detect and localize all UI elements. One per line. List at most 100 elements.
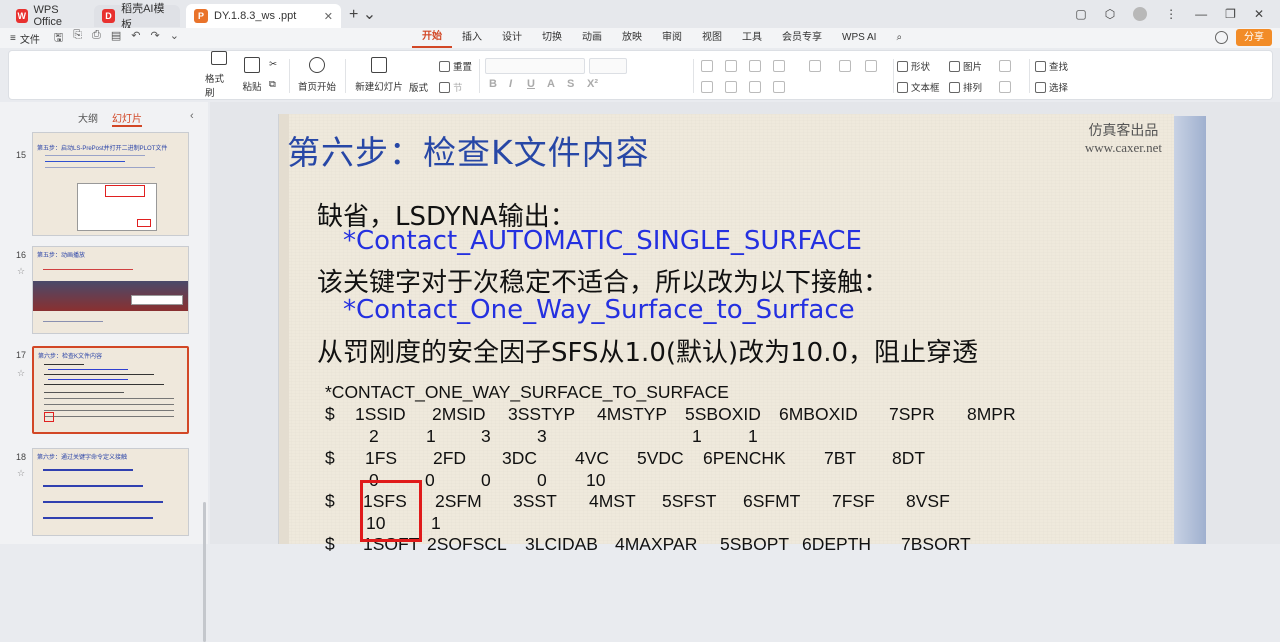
close-tab-icon[interactable]: ✕ [324, 10, 333, 23]
thumbnail-keyword-line [44, 416, 174, 417]
panel-tabs: 大纲 幻灯片 [78, 110, 142, 127]
restore-icon[interactable]: ❐ [1225, 7, 1236, 21]
tab-wps-office[interactable]: W WPS Office [6, 4, 88, 28]
numbered-list-icon[interactable] [725, 60, 737, 72]
text-direction-icon[interactable] [809, 60, 821, 72]
tab-label: DY.1.8.3_ws .ppt [214, 10, 297, 22]
print-preview-icon[interactable]: ▤ [111, 29, 121, 48]
slide-thumbnail-15[interactable]: 第五步：启动LS-PrePost并打开二进制PLOT文件 [32, 132, 189, 236]
font-color-button[interactable]: A [547, 78, 555, 90]
slide-thumbnail-18[interactable]: 第六步：通过关键字命令定义接触 [32, 448, 189, 536]
close-icon[interactable]: ✕ [1254, 7, 1264, 21]
tab-view[interactable]: 视图 [692, 28, 732, 48]
print-icon[interactable]: ⎙ [92, 29, 101, 48]
file-menu[interactable]: ≡ 文件 [10, 31, 40, 46]
slide-title: 第六步：检查K文件内容 [287, 133, 650, 172]
tab-member[interactable]: 会员专享 [772, 28, 832, 48]
tab-design[interactable]: 设计 [492, 28, 532, 48]
paste-button[interactable]: 粘贴 [239, 51, 265, 99]
customize-icon[interactable]: ⌄ [170, 29, 179, 48]
collapse-panel-icon[interactable]: ‹ [190, 110, 194, 122]
align-center-icon[interactable] [725, 81, 737, 93]
tab-tools[interactable]: 工具 [732, 28, 772, 48]
kw-cell: 10 [586, 470, 606, 490]
format-painter-button[interactable]: 格式刷 [205, 51, 233, 99]
star-icon[interactable]: ☆ [17, 468, 25, 479]
panel-scrollbar[interactable] [203, 502, 206, 642]
layout-button[interactable]: 版式 [409, 80, 428, 94]
fill-icon[interactable] [999, 60, 1011, 72]
star-icon[interactable]: ☆ [17, 368, 25, 379]
reset-button[interactable]: 重置 [439, 59, 472, 73]
find-icon [1035, 60, 1046, 72]
slide-number: 16 [16, 250, 27, 260]
justify-icon[interactable] [773, 81, 785, 93]
align-right-icon[interactable] [749, 81, 761, 93]
minimize-icon[interactable]: — [1195, 7, 1207, 21]
select-button[interactable]: 选择 [1035, 80, 1068, 94]
indent-icon[interactable] [749, 60, 761, 72]
export-icon[interactable]: ⎘ [73, 29, 82, 48]
new-slide-button[interactable]: 新建幻灯片 [353, 51, 405, 99]
arrange-button[interactable]: 排列 [949, 80, 982, 94]
textbox-button[interactable]: 文本框 [897, 80, 940, 94]
tab-wps-ai[interactable]: WPS AI [832, 28, 886, 48]
share-button[interactable]: 分享 [1236, 29, 1272, 46]
outline-icon[interactable] [999, 81, 1011, 93]
menu-row: ≡ 文件 🖫 ⎘ ⎙ ▤ ↶ ↷ ⌄ 开始 插入 设计 切换 动画 放映 审阅 … [0, 28, 1280, 48]
find-button[interactable]: 查找 [1035, 59, 1068, 73]
tab-document[interactable]: P DY.1.8.3_ws .ppt ✕ [186, 4, 341, 28]
play-icon [309, 57, 325, 73]
cut-icon[interactable]: ✂ [269, 59, 277, 70]
cube-icon[interactable]: ⬡ [1105, 7, 1115, 21]
clipboard-icon [244, 57, 260, 73]
kw-cell: 2SOFSCL [427, 534, 507, 554]
underline-button[interactable]: U [527, 78, 535, 90]
align-left-icon[interactable] [701, 81, 713, 93]
more-icon[interactable]: ⋮ [1165, 7, 1177, 21]
slide-thumbnail-16[interactable]: 第五步：动画播放 [32, 246, 189, 334]
redo-icon[interactable]: ↷ [150, 29, 159, 48]
copy-icon[interactable]: ⧉ [269, 79, 276, 90]
slide-thumbnail-17[interactable]: 第六步：检查K文件内容 [32, 346, 189, 434]
tab-slideshow[interactable]: 放映 [612, 28, 652, 48]
shapes-button[interactable]: 形状 [897, 59, 930, 73]
section-button[interactable]: 节 [439, 80, 463, 94]
thumbnail-caption-line [43, 321, 103, 322]
columns-icon[interactable] [839, 60, 851, 72]
tab-home[interactable]: 开始 [412, 28, 452, 48]
kw-cell: 5VDC [637, 448, 684, 468]
superscript-button[interactable]: X² [587, 78, 598, 90]
tab-review[interactable]: 审阅 [652, 28, 692, 48]
slide-17[interactable]: 第六步：检查K文件内容 仿真客出品 www.caxer.net 缺省，LSDYN… [278, 114, 1174, 554]
tab-insert[interactable]: 插入 [452, 28, 492, 48]
tab-transitions[interactable]: 切换 [532, 28, 572, 48]
new-tab-button[interactable]: + ⌄ [349, 4, 376, 24]
thumbnail-title: 第六步：通过关键字命令定义接触 [37, 455, 128, 461]
font-size-select[interactable] [589, 58, 627, 74]
star-icon[interactable]: ☆ [17, 266, 25, 277]
font-name-select[interactable] [485, 58, 585, 74]
bold-button[interactable]: B [489, 78, 497, 90]
tab-slides[interactable]: 幻灯片 [112, 110, 142, 127]
italic-button[interactable]: I [509, 78, 512, 90]
save-icon[interactable]: 🖫 [54, 29, 63, 48]
line-spacing-icon[interactable] [773, 60, 785, 72]
thumbnail-text-line [45, 155, 145, 156]
bullet-list-icon[interactable] [701, 60, 713, 72]
kw-cell: 2SFM [435, 491, 482, 511]
align-text-icon[interactable] [865, 60, 877, 72]
play-from-start-button[interactable]: 首页开始 [295, 51, 339, 99]
tab-animations[interactable]: 动画 [572, 28, 612, 48]
avatar[interactable] [1133, 7, 1148, 21]
undo-icon[interactable]: ↶ [131, 29, 140, 48]
cloud-sync-icon[interactable] [1215, 31, 1228, 44]
tab-outline[interactable]: 大纲 [78, 110, 98, 127]
kw-cell: 1 [748, 426, 758, 446]
window-layout-icon[interactable]: ▢ [1075, 7, 1086, 21]
picture-button[interactable]: 图片 [949, 59, 982, 73]
reset-icon [439, 60, 450, 72]
tab-daoke-templates[interactable]: D 稻壳AI模板 [94, 3, 180, 31]
search-icon[interactable]: ⌕ [886, 28, 912, 48]
strikethrough-button[interactable]: S [567, 78, 574, 90]
